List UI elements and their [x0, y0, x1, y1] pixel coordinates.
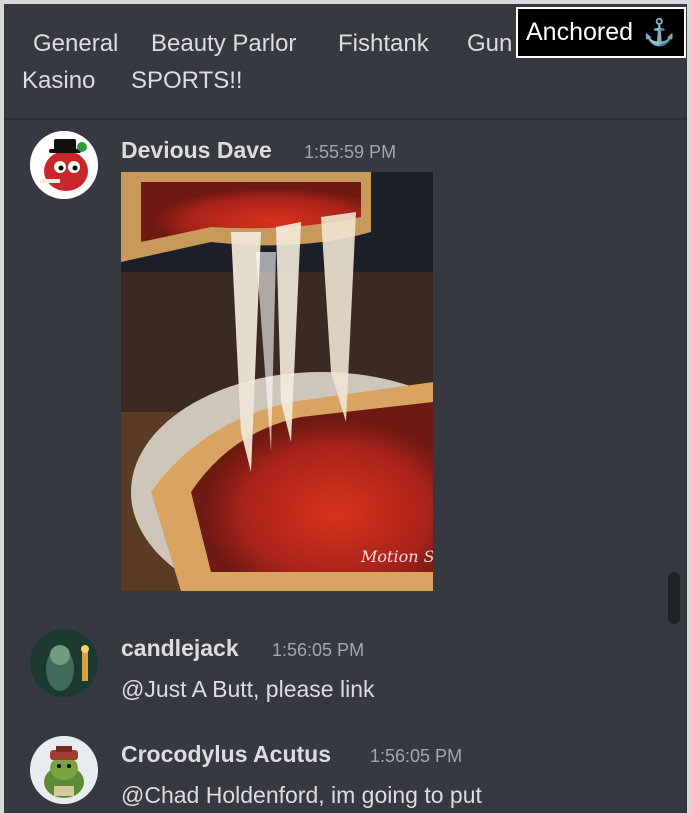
- tab-fishtank[interactable]: Fishtank: [338, 30, 429, 58]
- message-author[interactable]: candlejack: [121, 635, 239, 662]
- avatar-crocodylus-acutus[interactable]: [30, 736, 98, 804]
- avatar-devious-dave[interactable]: [30, 131, 98, 199]
- anchored-toggle-button[interactable]: Anchored ⚓: [516, 7, 686, 58]
- message-text: @Chad Holdenford, im going to put: [121, 782, 482, 808]
- message-text: @Just A Butt, please link: [121, 676, 375, 702]
- tab-kasino[interactable]: Kasino: [22, 67, 95, 95]
- tab-sports[interactable]: SPORTS!!: [131, 67, 243, 95]
- pizza-gif-attachment[interactable]: Motion Stills: [121, 172, 433, 591]
- devious-dave-avatar-image: [30, 131, 98, 199]
- tab-beauty-parlor[interactable]: Beauty Parlor: [151, 30, 296, 58]
- anchored-label: Anchored: [526, 18, 634, 46]
- tab-general[interactable]: General: [33, 30, 118, 58]
- candlejack-avatar-image: [30, 629, 98, 697]
- message-timestamp: 1:56:05 PM: [272, 640, 365, 660]
- avatar-candlejack[interactable]: [30, 629, 98, 697]
- message-timestamp: 1:55:59 PM: [304, 142, 397, 162]
- anchor-icon: ⚓: [643, 17, 676, 47]
- gif-watermark: Motion Stills: [360, 547, 433, 566]
- channel-tab-bar: General Beauty Parlor Fishtank Gun Kasin…: [0, 0, 691, 120]
- scrollbar-thumb[interactable]: [668, 572, 680, 624]
- tab-gun[interactable]: Gun: [467, 30, 512, 58]
- message-author[interactable]: Crocodylus Acutus: [121, 741, 331, 768]
- pizza-gif-image: Motion Stills: [121, 172, 433, 591]
- crocodylus-avatar-image: [30, 736, 98, 804]
- message-timestamp: 1:56:05 PM: [370, 746, 463, 766]
- message-author[interactable]: Devious Dave: [121, 137, 272, 164]
